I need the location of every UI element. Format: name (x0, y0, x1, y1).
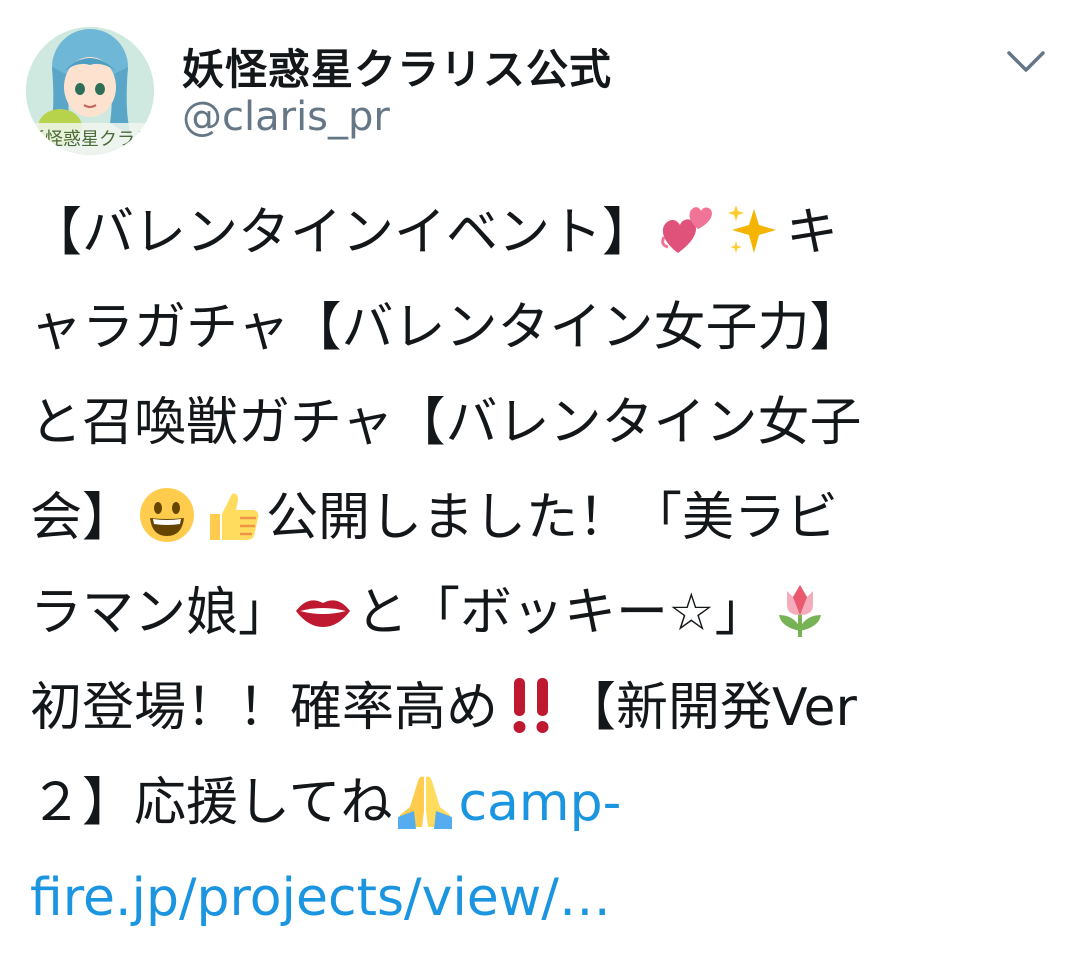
user-handle[interactable]: @claris_pr (182, 94, 390, 140)
more-options-button[interactable] (1002, 42, 1050, 82)
double-exclamation-icon (502, 676, 560, 734)
tulip-icon (771, 581, 829, 639)
tweet-text-segment: 会】 (30, 488, 135, 548)
tweet-text: 【バレンタインイベント】 キ ャラガチャ【バレンタイン女子力】 と召喚獣ガチャ【… (30, 186, 1060, 946)
tweet-text-segment: 初登場！！確率高め (30, 678, 499, 738)
tweet-text-segment: 【バレンタインイベント】 (30, 203, 655, 263)
project-link-continued[interactable]: fire.jp/projects/view/… (30, 868, 611, 928)
avatar[interactable]: 妖怪惑星クラリ (26, 27, 154, 155)
tweet-line: と召喚獣ガチャ【バレンタイン女子 (30, 393, 862, 453)
tweet-line: fire.jp/projects/view/… (30, 851, 1060, 946)
tweet-line: ャラガチャ【バレンタイン女子力】 (30, 298, 862, 358)
tweet-line: ラマン娘」 と「ボッキー☆」 (30, 566, 1060, 661)
grinning-face-icon (138, 486, 196, 544)
tweet-line: ２】応援してね camp- (30, 756, 1060, 851)
lips-icon (294, 581, 352, 639)
tweet-line: 【バレンタインイベント】 キ (30, 186, 1060, 281)
folded-hands-icon (396, 771, 454, 829)
tweet: 妖怪惑星クラリ 妖怪惑星クラリス公式 @claris_pr 【バレンタインイベン… (0, 0, 1080, 968)
tweet-text-segment: キ (786, 203, 839, 263)
two-hearts-icon (658, 201, 716, 259)
sparkles-icon (724, 201, 782, 259)
tweet-text-segment: ラマン娘」 (30, 583, 291, 643)
tweet-text-segment: と「ボッキー☆」 (356, 583, 767, 643)
tweet-line: 初登場！！確率高め 【新開発Ver (30, 661, 1060, 756)
display-name[interactable]: 妖怪惑星クラリス公式 (182, 36, 612, 97)
project-link[interactable]: camp- (458, 773, 621, 833)
tweet-text-segment: 公開しました！「美ラビ (266, 488, 839, 548)
thumbs-up-icon (204, 486, 262, 544)
tweet-text-segment: 【新開発Ver (564, 678, 857, 738)
chevron-down-icon (1007, 51, 1045, 72)
tweet-line: 会】 公開しました！「美ラビ (30, 471, 1060, 566)
tweet-text-segment: ２】応援してね (30, 773, 393, 833)
avatar-caption: 妖怪惑星クラリ (27, 129, 153, 150)
